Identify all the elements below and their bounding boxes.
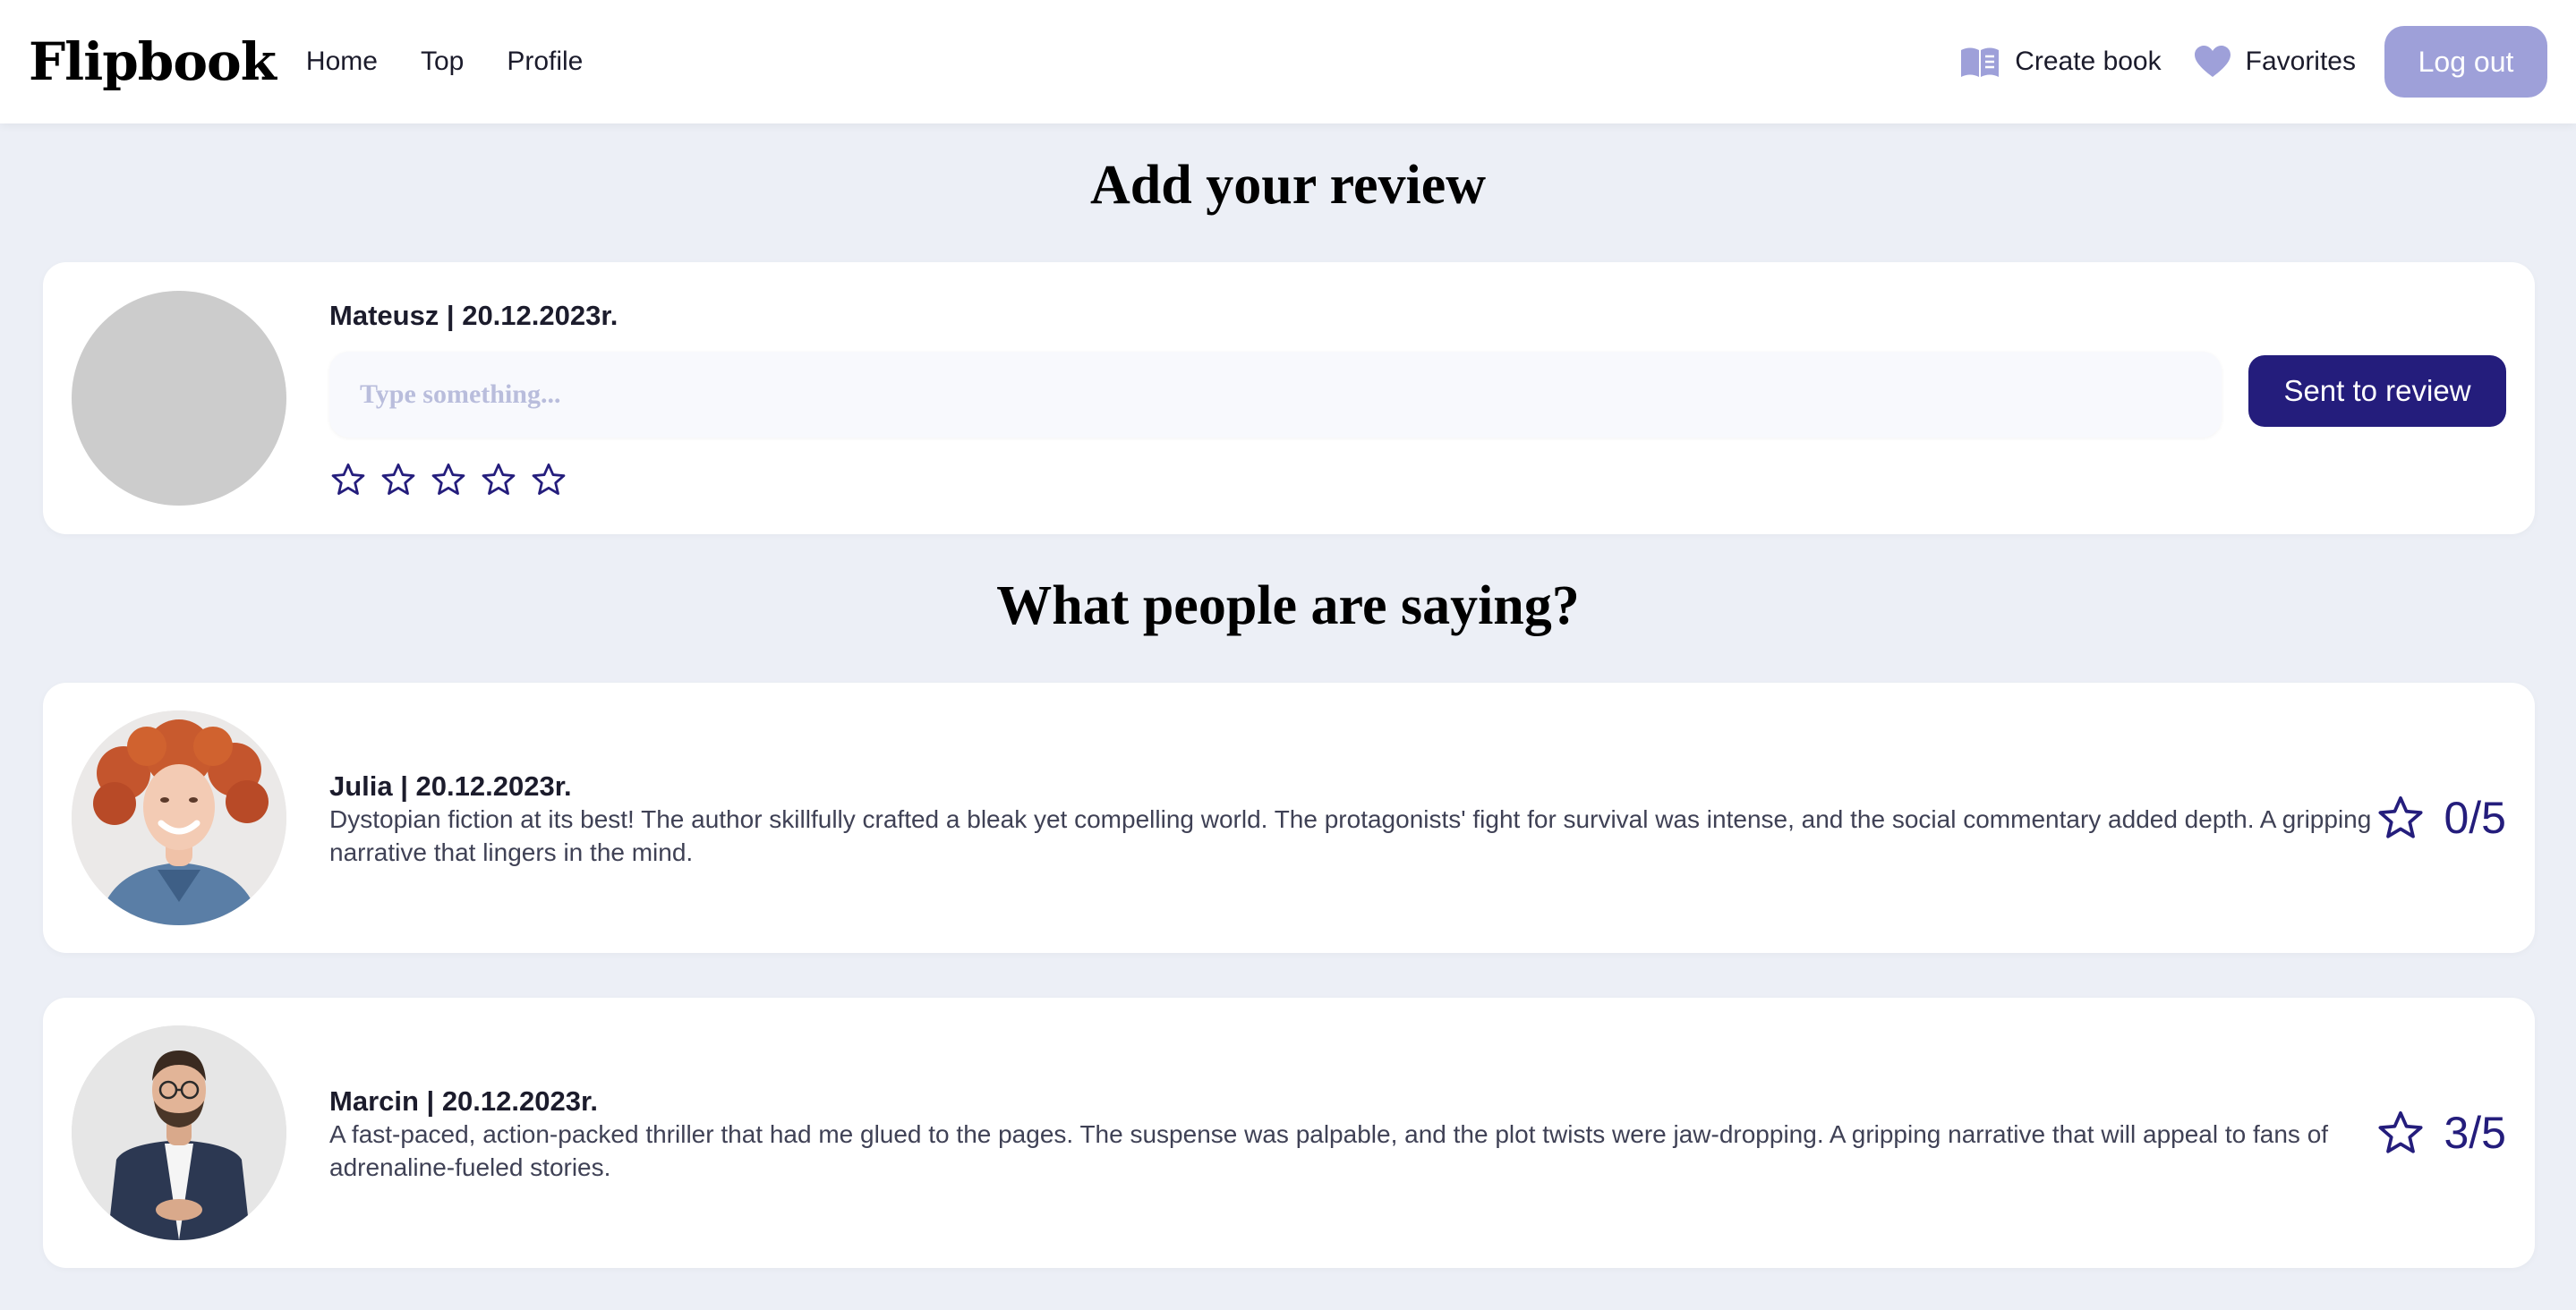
favorites-link[interactable]: Favorites — [2194, 45, 2356, 79]
review-rating: 3/5 — [2376, 1107, 2506, 1159]
heart-icon — [2194, 46, 2231, 77]
main-nav: Home Top Profile — [306, 47, 583, 77]
current-user-line: Mateusz | 20.12.2023r. — [329, 300, 618, 331]
man-with-glasses-and-beard-photo — [72, 1025, 286, 1240]
site-logo[interactable]: Flipbook — [29, 31, 277, 92]
user-avatar-placeholder — [72, 291, 286, 506]
star-1-icon[interactable] — [329, 461, 367, 498]
send-review-button[interactable]: Sent to review — [2248, 355, 2506, 427]
star-3-icon[interactable] — [430, 461, 467, 498]
review-rating-value: 0/5 — [2444, 793, 2506, 843]
star-icon — [2378, 795, 2423, 838]
nav-actions: Create book Favorites Log out — [1959, 26, 2547, 98]
logout-button[interactable]: Log out — [2384, 26, 2547, 98]
nav-link-top[interactable]: Top — [421, 47, 464, 77]
reviewer-avatar — [72, 710, 286, 925]
create-book-link[interactable]: Create book — [1959, 45, 2162, 79]
star-rating-input — [329, 461, 567, 498]
create-book-label: Create book — [2015, 47, 2162, 76]
nav-link-profile[interactable]: Profile — [507, 47, 583, 77]
favorites-label: Favorites — [2245, 47, 2356, 76]
woman-with-red-curly-hair-photo — [72, 710, 286, 925]
nav-link-home[interactable]: Home — [306, 47, 378, 77]
star-icon — [2378, 1110, 2423, 1153]
review-author-line: Marcin | 20.12.2023r. — [329, 1085, 598, 1117]
review-text: Dystopian fiction at its best! The autho… — [329, 805, 2372, 866]
review-rating: 0/5 — [2376, 792, 2506, 844]
star-5-icon[interactable] — [530, 461, 567, 498]
review-author-line: Julia | 20.12.2023r. — [329, 770, 572, 802]
add-review-title: Add your review — [1089, 155, 1487, 216]
review-card: Julia | 20.12.2023r. Dystopian fiction a… — [43, 683, 2535, 953]
review-text-input[interactable] — [329, 352, 2222, 438]
review-card: Marcin | 20.12.2023r. A fast-paced, acti… — [43, 998, 2535, 1268]
reviewer-avatar — [72, 1025, 286, 1240]
add-review-card: Mateusz | 20.12.2023r. Sent to review — [43, 262, 2535, 534]
review-rating-value: 3/5 — [2444, 1108, 2506, 1158]
review-text: A fast-paced, action-packed thriller tha… — [329, 1120, 2329, 1181]
star-4-icon[interactable] — [480, 461, 517, 498]
top-navbar: Flipbook Home Top Profile Create book Fa… — [0, 0, 2576, 123]
reviews-title: What people are saying? — [996, 575, 1580, 636]
open-book-icon — [1961, 47, 2000, 77]
star-2-icon[interactable] — [380, 461, 417, 498]
